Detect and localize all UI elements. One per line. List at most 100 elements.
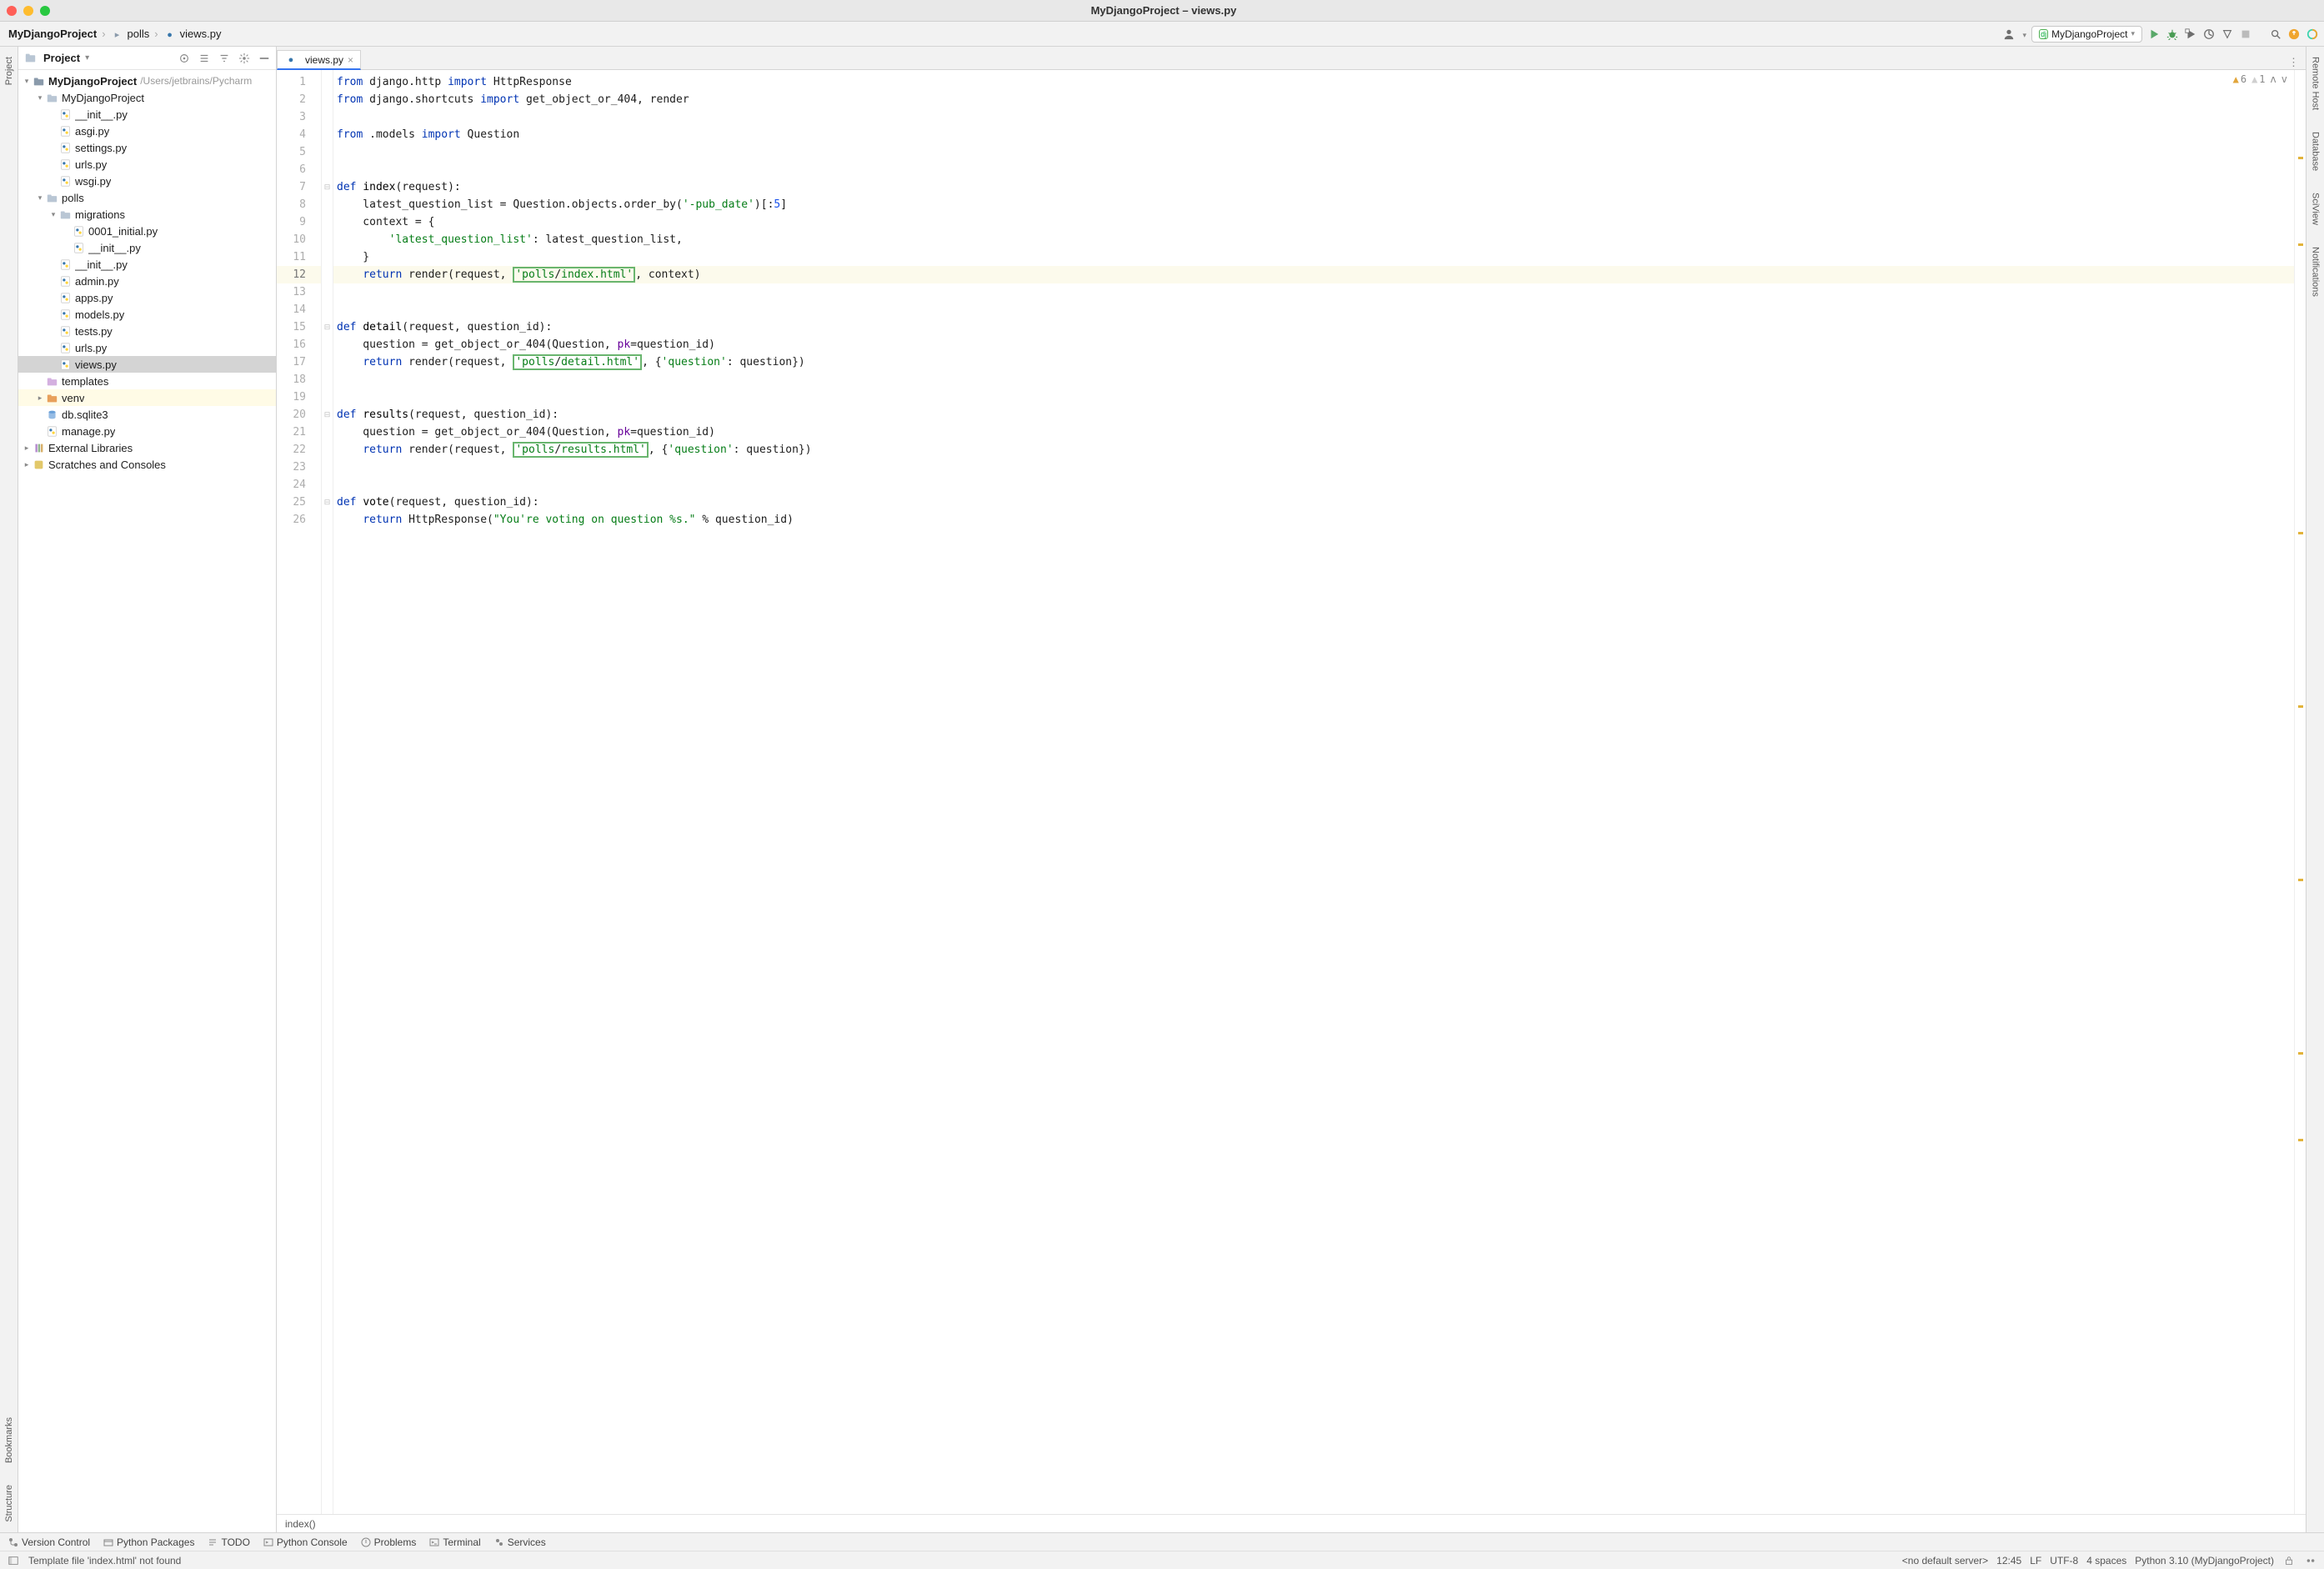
tree-item[interactable]: __init__.py [18,239,276,256]
attach-button[interactable] [2221,28,2234,41]
tree-item[interactable]: asgi.py [18,123,276,139]
code-line[interactable] [333,371,2294,388]
status-encoding[interactable]: UTF-8 [2050,1555,2078,1566]
code-line[interactable]: context = { [333,213,2294,231]
profile-button[interactable] [2202,28,2216,41]
code-line[interactable]: def detail(request, question_id): [333,318,2294,336]
tree-item[interactable]: manage.py [18,423,276,439]
expand-all-icon[interactable] [198,52,211,65]
status-line-separator[interactable]: LF [2030,1555,2041,1566]
tree-item[interactable]: ▾MyDjangoProject [18,89,276,106]
project-panel-title[interactable]: Project [43,52,80,64]
code-line[interactable] [333,143,2294,161]
tree-item[interactable]: ▸External Libraries [18,439,276,456]
code-line[interactable] [333,388,2294,406]
code-line[interactable]: } [333,248,2294,266]
ide-process-icon[interactable] [2304,1554,2317,1567]
tree-item[interactable]: urls.py [18,156,276,173]
editor-tab-views[interactable]: ● views.py × [277,50,361,70]
tool-windows-icon[interactable] [7,1554,20,1567]
select-opened-file-icon[interactable] [178,52,191,65]
tree-item[interactable]: admin.py [18,273,276,289]
stop-button[interactable] [2239,28,2252,41]
search-everywhere-button[interactable] [2269,28,2282,41]
code-line[interactable]: from django.http import HttpResponse [333,73,2294,91]
editor-gutter[interactable]: 1234567891011121314151617181920212223242… [277,70,322,1514]
status-indent[interactable]: 4 spaces [2086,1555,2126,1566]
settings-icon[interactable] [238,52,251,65]
remote-host-tool-button[interactable]: Remote Host [2309,53,2322,113]
database-tool-button[interactable]: Database [2309,128,2322,174]
editor-breadcrumb[interactable]: index() [277,1514,2306,1532]
debug-button[interactable] [2166,28,2179,41]
tree-item[interactable]: templates [18,373,276,389]
status-server[interactable]: <no default server> [1902,1555,1988,1566]
run-with-coverage-button[interactable] [2184,28,2197,41]
tree-item[interactable]: __init__.py [18,106,276,123]
code-line[interactable]: from django.shortcuts import get_object_… [333,91,2294,108]
ide-logo-icon[interactable] [2306,28,2319,41]
code-line[interactable] [333,108,2294,126]
code-line[interactable]: question = get_object_or_404(Question, p… [333,424,2294,441]
code-line[interactable]: return HttpResponse("You're voting on qu… [333,511,2294,529]
tree-item[interactable]: db.sqlite3 [18,406,276,423]
run-button[interactable] [2147,28,2161,41]
fold-gutter[interactable]: ⊟⊟⊟⊟ [322,70,333,1514]
problems-tab[interactable]: Problems [361,1536,417,1548]
code-line[interactable]: 'latest_question_list': latest_question_… [333,231,2294,248]
close-tab-icon[interactable]: × [348,54,353,66]
window-close-button[interactable] [7,6,17,16]
editor-breadcrumb-item[interactable]: index() [285,1518,316,1530]
tree-item[interactable]: tests.py [18,323,276,339]
code-line[interactable] [333,476,2294,494]
python-packages-tab[interactable]: Python Packages [103,1536,194,1548]
notifications-tool-button[interactable]: Notifications [2309,243,2322,300]
tree-item[interactable]: ▸Scratches and Consoles [18,456,276,473]
code-line[interactable]: def results(request, question_id): [333,406,2294,424]
breadcrumb-folder[interactable]: ▸polls [108,26,153,42]
status-interpreter[interactable]: Python 3.10 (MyDjangoProject) [2135,1555,2274,1566]
tree-item[interactable]: ▸venv [18,389,276,406]
code-line[interactable]: 💡 return render(request, 'polls/index.ht… [333,266,2294,283]
terminal-tab[interactable]: Terminal [429,1536,480,1548]
sciview-tool-button[interactable]: SciView [2309,189,2322,228]
code-line[interactable] [333,459,2294,476]
code-editor[interactable]: ▲6 ▲1 ʌ v from django.http import HttpRe… [333,70,2294,1514]
project-tool-button[interactable]: Project [3,53,16,88]
tree-item[interactable]: urls.py [18,339,276,356]
tree-item[interactable]: ▾migrations [18,206,276,223]
bookmarks-tool-button[interactable]: Bookmarks [3,1414,16,1466]
window-minimize-button[interactable] [23,6,33,16]
window-zoom-button[interactable] [40,6,50,16]
hide-panel-icon[interactable] [258,52,271,65]
lock-icon[interactable] [2282,1554,2296,1567]
run-configuration-selector[interactable]: dj MyDjangoProject ▾ [2031,26,2142,43]
code-line[interactable]: return render(request, 'polls/detail.htm… [333,353,2294,371]
code-line[interactable]: from .models import Question [333,126,2294,143]
code-line[interactable]: question = get_object_or_404(Question, p… [333,336,2294,353]
code-line[interactable]: return render(request, 'polls/results.ht… [333,441,2294,459]
structure-tool-button[interactable]: Structure [3,1481,16,1526]
version-control-tab[interactable]: Version Control [8,1536,90,1548]
code-line[interactable] [333,161,2294,178]
ide-update-button[interactable] [2287,28,2301,41]
code-line[interactable] [333,301,2294,318]
code-line[interactable] [333,283,2294,301]
tree-item[interactable]: __init__.py [18,256,276,273]
user-dropdown[interactable] [2021,28,2027,40]
project-tree[interactable]: ▾MyDjangoProject/Users/jetbrains/Pycharm… [18,70,276,1532]
tree-item[interactable]: ▾polls [18,189,276,206]
tree-item[interactable]: apps.py [18,289,276,306]
todo-tab[interactable]: TODO [208,1536,249,1548]
status-cursor[interactable]: 12:45 [1996,1555,2021,1566]
code-line[interactable]: latest_question_list = Question.objects.… [333,196,2294,213]
breadcrumb-project[interactable]: MyDjangoProject [5,26,100,42]
tree-item[interactable]: views.py [18,356,276,373]
code-line[interactable]: def vote(request, question_id): [333,494,2294,511]
tree-item[interactable]: ▾MyDjangoProject/Users/jetbrains/Pycharm [18,73,276,89]
breadcrumb-file[interactable]: ●views.py [160,26,225,42]
chevron-down-icon[interactable]: ▾ [85,53,89,63]
services-tab[interactable]: Services [494,1536,546,1548]
python-console-tab[interactable]: Python Console [263,1536,348,1548]
tree-item[interactable]: wsgi.py [18,173,276,189]
